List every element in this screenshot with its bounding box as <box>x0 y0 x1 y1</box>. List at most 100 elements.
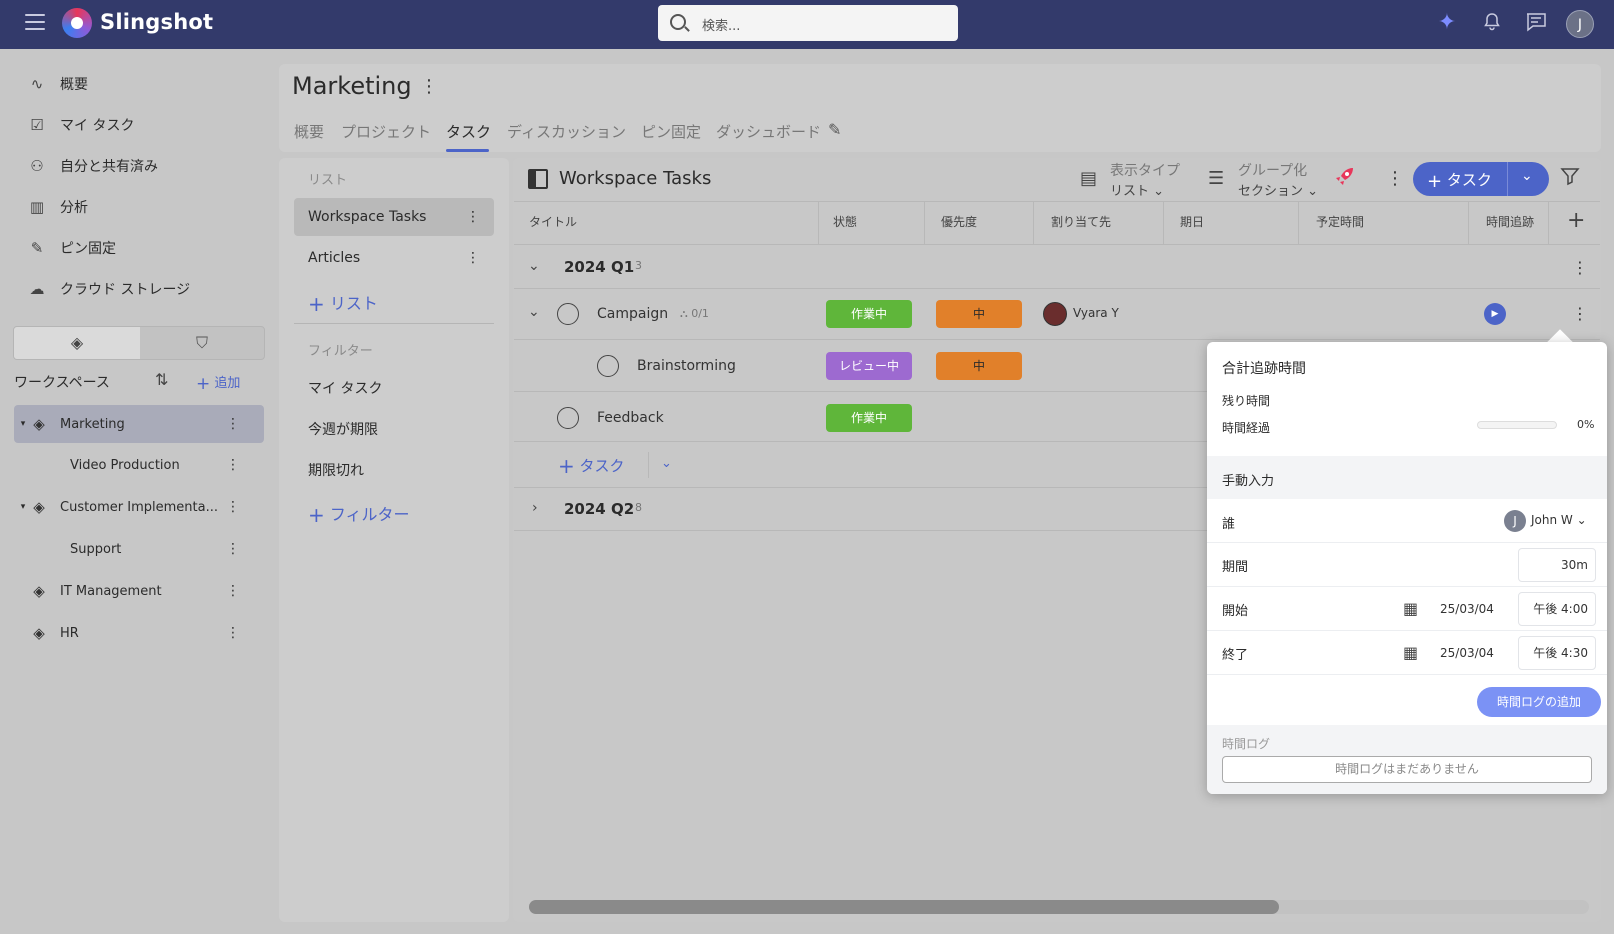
ai-sparkle-icon[interactable]: ✦ <box>1436 12 1458 34</box>
task-name[interactable]: Campaign <box>597 306 668 322</box>
project-more-icon[interactable]: ⋮ <box>420 76 438 97</box>
status-badge[interactable]: 作業中 <box>826 300 912 328</box>
workspace-label: Support <box>70 541 122 557</box>
chevron-right-icon[interactable]: › <box>532 500 538 516</box>
workspace-item-customer-implementation[interactable]: ▾ ◈ Customer Implementa... ⋮ <box>14 488 264 526</box>
assignee-name[interactable]: Vyara Y <box>1073 306 1119 320</box>
filter-icon[interactable] <box>1560 166 1580 191</box>
column-status[interactable]: 状態 <box>833 213 857 230</box>
list-view-icon: ▤ <box>1080 168 1098 189</box>
column-assignee[interactable]: 割り当て先 <box>1051 213 1111 230</box>
add-time-log-button[interactable]: 時間ログの追加 <box>1477 687 1601 717</box>
group-more-icon[interactable]: ⋮ <box>1572 258 1588 277</box>
column-title[interactable]: タイトル <box>529 213 577 230</box>
list-item-articles[interactable]: Articles ⋮ <box>294 239 494 277</box>
nav-item-overview[interactable]: ∿ 概要 <box>26 73 88 95</box>
more-icon[interactable]: ⋮ <box>226 583 240 599</box>
task-complete-checkbox[interactable] <box>557 303 579 325</box>
add-task-button[interactable]: + タスク ⌄ <box>1413 162 1549 196</box>
caret-down-icon[interactable]: ▾ <box>18 419 28 429</box>
start-date[interactable]: 25/03/04 <box>1440 602 1494 616</box>
start-time-input[interactable]: 午後 4:00 <box>1518 592 1596 626</box>
column-due-date[interactable]: 期日 <box>1180 213 1204 230</box>
nav-item-shared-with-me[interactable]: ⚇ 自分と共有済み <box>26 155 158 177</box>
status-badge[interactable]: レビュー中 <box>826 352 912 380</box>
row-more-icon[interactable]: ⋮ <box>1572 304 1588 323</box>
duration-input[interactable]: 30m <box>1518 548 1596 582</box>
end-time-input[interactable]: 午後 4:30 <box>1518 636 1596 670</box>
chevron-down-icon[interactable]: ⌄ <box>661 456 672 471</box>
sort-icon[interactable]: ⇅ <box>155 370 168 389</box>
workspace-item-support[interactable]: Support ⋮ <box>14 530 264 568</box>
nav-label: クラウド ストレージ <box>60 282 191 298</box>
tab-pinned[interactable]: ピン固定 <box>641 121 701 142</box>
task-name[interactable]: Brainstorming <box>637 358 736 374</box>
tab-discussion[interactable]: ディスカッション <box>507 121 626 142</box>
add-list-button[interactable]: + リスト <box>308 290 378 316</box>
tab-tasks[interactable]: タスク <box>446 121 491 142</box>
project-title: Marketing <box>292 72 412 100</box>
task-complete-checkbox[interactable] <box>557 407 579 429</box>
layers-icon: ◈ <box>70 333 84 352</box>
list-item-workspace-tasks[interactable]: Workspace Tasks ⋮ <box>294 198 494 236</box>
status-badge[interactable]: 作業中 <box>826 404 912 432</box>
task-name[interactable]: Feedback <box>597 410 664 426</box>
more-icon[interactable]: ⋮ <box>226 457 240 473</box>
workspace-item-it-management[interactable]: ◈ IT Management ⋮ <box>14 572 264 610</box>
more-icon[interactable]: ⋮ <box>466 209 480 225</box>
column-time-tracking[interactable]: 時間追跡 <box>1486 213 1534 230</box>
horizontal-scrollbar[interactable] <box>529 900 1589 914</box>
chevron-down-icon[interactable]: ⌄ <box>1521 168 1533 184</box>
tab-overview[interactable]: 概要 <box>294 121 324 142</box>
chevron-down-icon[interactable]: ⌄ <box>528 258 540 274</box>
more-icon[interactable]: ⋮ <box>226 499 240 515</box>
start-label: 開始 <box>1222 604 1249 619</box>
more-icon[interactable]: ⋮ <box>226 625 240 641</box>
tab-dashboard[interactable]: ダッシュボード <box>716 121 821 142</box>
priority-badge[interactable]: 中 <box>936 300 1022 328</box>
add-workspace-button[interactable]: + 追加 <box>196 372 240 394</box>
bookmarks-tab[interactable]: ⛉ <box>140 327 264 359</box>
collapse-panel-icon[interactable] <box>528 169 548 189</box>
menu-icon[interactable] <box>25 14 45 30</box>
filter-due-this-week[interactable]: 今週が期限 <box>308 419 378 439</box>
filter-overdue[interactable]: 期限切れ <box>308 460 364 480</box>
user-avatar[interactable]: J <box>1566 10 1594 38</box>
play-timer-icon[interactable]: ▶ <box>1484 303 1506 325</box>
more-icon[interactable]: ⋮ <box>226 416 240 432</box>
avatar <box>1043 302 1067 326</box>
edit-tabs-icon[interactable]: ✎ <box>828 120 841 139</box>
tab-projects[interactable]: プロジェクト <box>341 121 431 142</box>
who-select[interactable]: John W ⌄ <box>1531 513 1587 527</box>
caret-down-icon[interactable]: ▾ <box>18 502 28 512</box>
chevron-down-icon[interactable]: ⌄ <box>528 304 540 320</box>
chat-icon[interactable] <box>1525 12 1547 34</box>
filter-my-tasks[interactable]: マイ タスク <box>308 378 382 398</box>
end-date[interactable]: 25/03/04 <box>1440 646 1494 660</box>
calendar-icon[interactable]: ▦ <box>1403 643 1418 662</box>
nav-item-analytics[interactable]: ▥ 分析 <box>26 196 88 218</box>
column-priority[interactable]: 優先度 <box>941 213 977 230</box>
more-icon[interactable]: ⋮ <box>226 541 240 557</box>
search-input[interactable]: 検索... <box>658 5 958 41</box>
layers-tab[interactable]: ◈ <box>14 327 140 359</box>
add-task-inline-button[interactable]: + タスク <box>558 454 625 478</box>
calendar-icon[interactable]: ▦ <box>1403 599 1418 618</box>
task-complete-checkbox[interactable] <box>597 355 619 377</box>
bell-icon[interactable] <box>1481 12 1503 34</box>
more-icon[interactable]: ⋮ <box>466 250 480 266</box>
priority-badge[interactable]: 中 <box>936 352 1022 380</box>
group-row-2024-q1 <box>514 245 1600 289</box>
nav-item-pinned[interactable]: ✎ ピン固定 <box>26 237 116 259</box>
add-column-icon[interactable]: + <box>1567 208 1585 233</box>
workspace-item-marketing[interactable]: ▾ ◈ Marketing ⋮ <box>14 405 264 443</box>
workspace-item-video-production[interactable]: Video Production ⋮ <box>14 446 264 484</box>
scrollbar-thumb[interactable] <box>529 900 1279 914</box>
nav-item-cloud-storage[interactable]: ☁ クラウド ストレージ <box>26 278 191 300</box>
nav-item-my-tasks[interactable]: ☑ マイ タスク <box>26 114 134 136</box>
column-estimated-time[interactable]: 予定時間 <box>1316 213 1364 230</box>
add-filter-button[interactable]: + フィルター <box>308 501 410 527</box>
toolbar-more-icon[interactable]: ⋮ <box>1386 168 1404 189</box>
workspace-item-hr[interactable]: ◈ HR ⋮ <box>14 614 264 652</box>
rocket-icon[interactable] <box>1333 166 1355 193</box>
